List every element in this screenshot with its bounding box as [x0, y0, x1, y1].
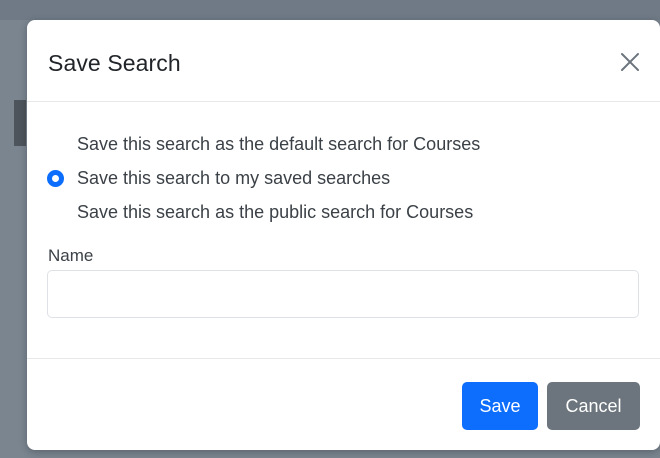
background-page-fragment — [14, 100, 26, 146]
option-label[interactable]: Save this search to my saved searches — [77, 168, 390, 189]
modal-backdrop — [0, 0, 660, 20]
close-button[interactable] — [618, 50, 642, 74]
cancel-button[interactable]: Cancel — [547, 382, 640, 430]
save-search-dialog: Save Search Save this search as the defa… — [27, 20, 660, 450]
save-options-group: Save this search as the default search f… — [47, 128, 627, 230]
save-button[interactable]: Save — [462, 382, 538, 430]
name-input[interactable] — [47, 270, 639, 318]
radio-saved-searches[interactable] — [47, 170, 64, 187]
option-label[interactable]: Save this search as the public search fo… — [77, 202, 473, 223]
option-default-search[interactable]: Save this search as the default search f… — [47, 128, 627, 162]
option-public-search[interactable]: Save this search as the public search fo… — [47, 196, 627, 230]
option-saved-searches[interactable]: Save this search to my saved searches — [47, 162, 627, 196]
dialog-title: Save Search — [48, 50, 181, 76]
dialog-header: Save Search — [27, 20, 660, 102]
name-field-label: Name — [48, 246, 94, 265]
option-label[interactable]: Save this search as the default search f… — [77, 134, 480, 155]
close-icon — [621, 53, 639, 71]
